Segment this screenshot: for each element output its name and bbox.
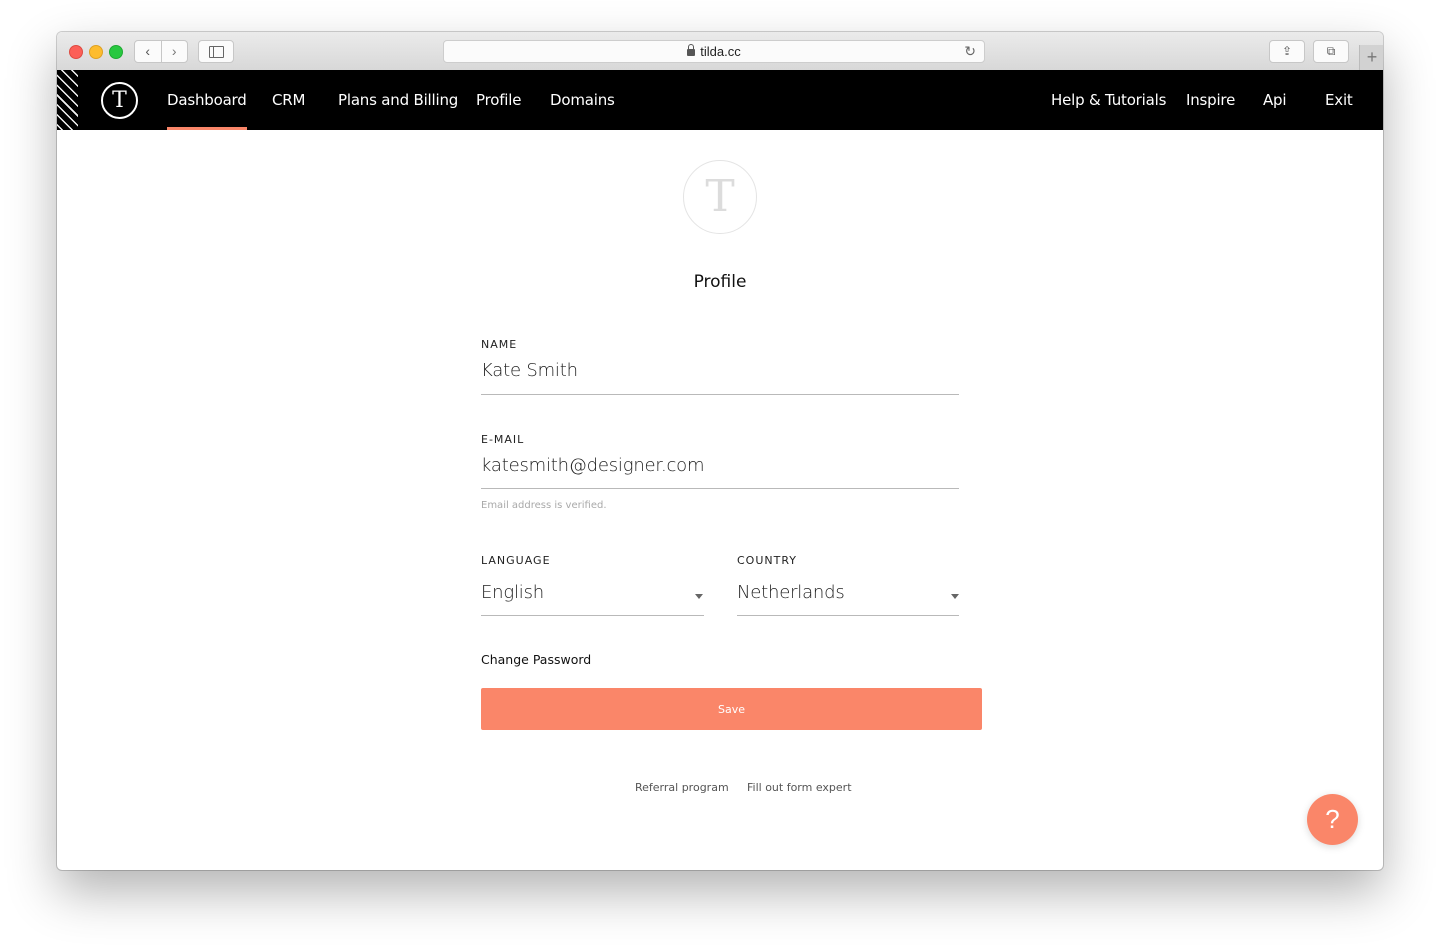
- back-button[interactable]: ‹: [135, 41, 162, 62]
- nav-crm[interactable]: CRM: [272, 70, 305, 130]
- zoom-window-button[interactable]: [109, 45, 123, 59]
- minimize-window-button[interactable]: [89, 45, 103, 59]
- name-label: NAME: [481, 338, 518, 351]
- nav-plans-and-billing[interactable]: Plans and Billing: [338, 70, 458, 130]
- page-title: Profile: [693, 272, 747, 292]
- country-label: COUNTRY: [737, 554, 797, 567]
- language-label: LANGUAGE: [481, 554, 551, 567]
- language-underline: [481, 615, 704, 616]
- sidebar-toggle-button[interactable]: [198, 40, 234, 63]
- address-bar[interactable]: tilda.cc ↻: [443, 40, 985, 63]
- email-underline: [481, 488, 959, 489]
- email-label: E-MAIL: [481, 433, 525, 446]
- reload-icon[interactable]: ↻: [964, 41, 976, 62]
- nav-api[interactable]: Api: [1263, 70, 1287, 130]
- form-expert-link[interactable]: Fill out form expert: [747, 781, 852, 794]
- url-text: tilda.cc: [700, 44, 741, 59]
- chevron-down-icon[interactable]: [695, 594, 703, 599]
- name-field[interactable]: Kate Smith: [481, 360, 578, 381]
- browser-window: ‹ › tilda.cc ↻ ⇪ ⧉ + T Dashboard CRM Pla…: [57, 32, 1383, 870]
- new-tab-button[interactable]: +: [1359, 45, 1383, 70]
- country-underline: [737, 615, 959, 616]
- nav-inspire[interactable]: Inspire: [1186, 70, 1235, 130]
- history-buttons: ‹ ›: [134, 40, 188, 63]
- forward-button[interactable]: ›: [162, 41, 188, 62]
- referral-program-link[interactable]: Referral program: [635, 781, 729, 794]
- share-button[interactable]: ⇪: [1269, 40, 1305, 63]
- zigzag-decoration: [57, 70, 78, 130]
- profile-avatar[interactable]: T: [683, 160, 757, 234]
- lock-icon: [687, 44, 696, 56]
- tilda-logo[interactable]: T: [101, 82, 138, 119]
- save-button[interactable]: Save: [481, 688, 982, 730]
- nav-exit[interactable]: Exit: [1325, 70, 1353, 130]
- browser-toolbar: ‹ › tilda.cc ↻ ⇪ ⧉ +: [57, 32, 1383, 71]
- name-underline: [481, 394, 959, 395]
- chevron-down-icon[interactable]: [951, 594, 959, 599]
- sidebar-icon: [209, 46, 224, 58]
- email-verified-note: Email address is verified.: [481, 500, 607, 511]
- close-window-button[interactable]: [69, 45, 83, 59]
- nav-help-tutorials[interactable]: Help & Tutorials: [1051, 70, 1166, 130]
- language-select[interactable]: English: [481, 582, 544, 603]
- show-tabs-button[interactable]: ⧉: [1313, 40, 1349, 63]
- nav-profile[interactable]: Profile: [476, 70, 521, 130]
- country-select[interactable]: Netherlands: [737, 582, 845, 603]
- nav-domains[interactable]: Domains: [550, 70, 615, 130]
- nav-dashboard[interactable]: Dashboard: [167, 70, 247, 130]
- email-field[interactable]: katesmith@designer.com: [481, 455, 705, 476]
- help-button[interactable]: ?: [1307, 794, 1358, 845]
- top-navigation: T Dashboard CRM Plans and Billing Profil…: [57, 70, 1383, 130]
- change-password-link[interactable]: Change Password: [481, 652, 591, 667]
